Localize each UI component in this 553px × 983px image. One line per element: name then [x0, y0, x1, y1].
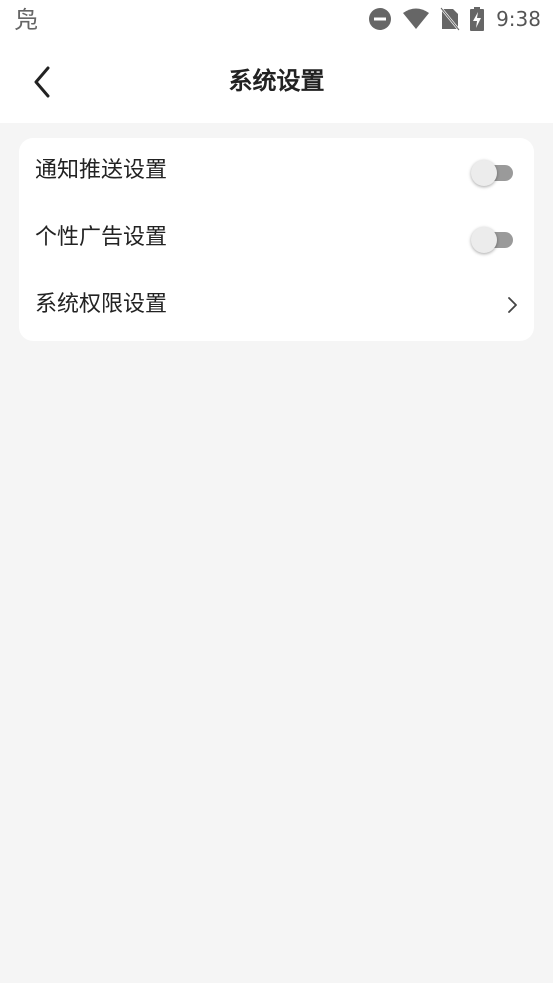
settings-row-personalized-ads[interactable]: 个性广告设置: [19, 205, 534, 271]
settings-row-system-permissions[interactable]: 系统权限设置: [19, 272, 534, 338]
chevron-right-icon: [508, 297, 517, 313]
settings-row-label: 个性广告设置: [35, 225, 168, 250]
top-app-bar: 系统设置: [0, 40, 553, 123]
app-notification-icon: 凫: [14, 6, 38, 34]
wifi-icon: [403, 8, 430, 29]
page-title: 系统设置: [228, 67, 325, 95]
toggle-thumb: [471, 227, 497, 253]
settings-row-label: 通知推送设置: [35, 158, 168, 183]
notification-push-toggle[interactable]: [471, 160, 517, 186]
settings-row-notification-push[interactable]: 通知推送设置: [19, 138, 534, 204]
status-bar: 凫 9:38: [0, 0, 553, 40]
status-icons: 9:38: [368, 5, 541, 33]
do-not-disturb-icon: [369, 8, 392, 30]
settings-card: 通知推送设置 个性广告设置 系统权限设置: [19, 138, 534, 341]
battery-charging-icon: [470, 7, 485, 31]
toggle-thumb: [471, 160, 497, 186]
no-sim-icon: [440, 7, 461, 31]
status-time: 9:38: [496, 7, 541, 31]
settings-row-label: 系统权限设置: [35, 292, 168, 317]
personalized-ads-toggle[interactable]: [471, 227, 517, 253]
